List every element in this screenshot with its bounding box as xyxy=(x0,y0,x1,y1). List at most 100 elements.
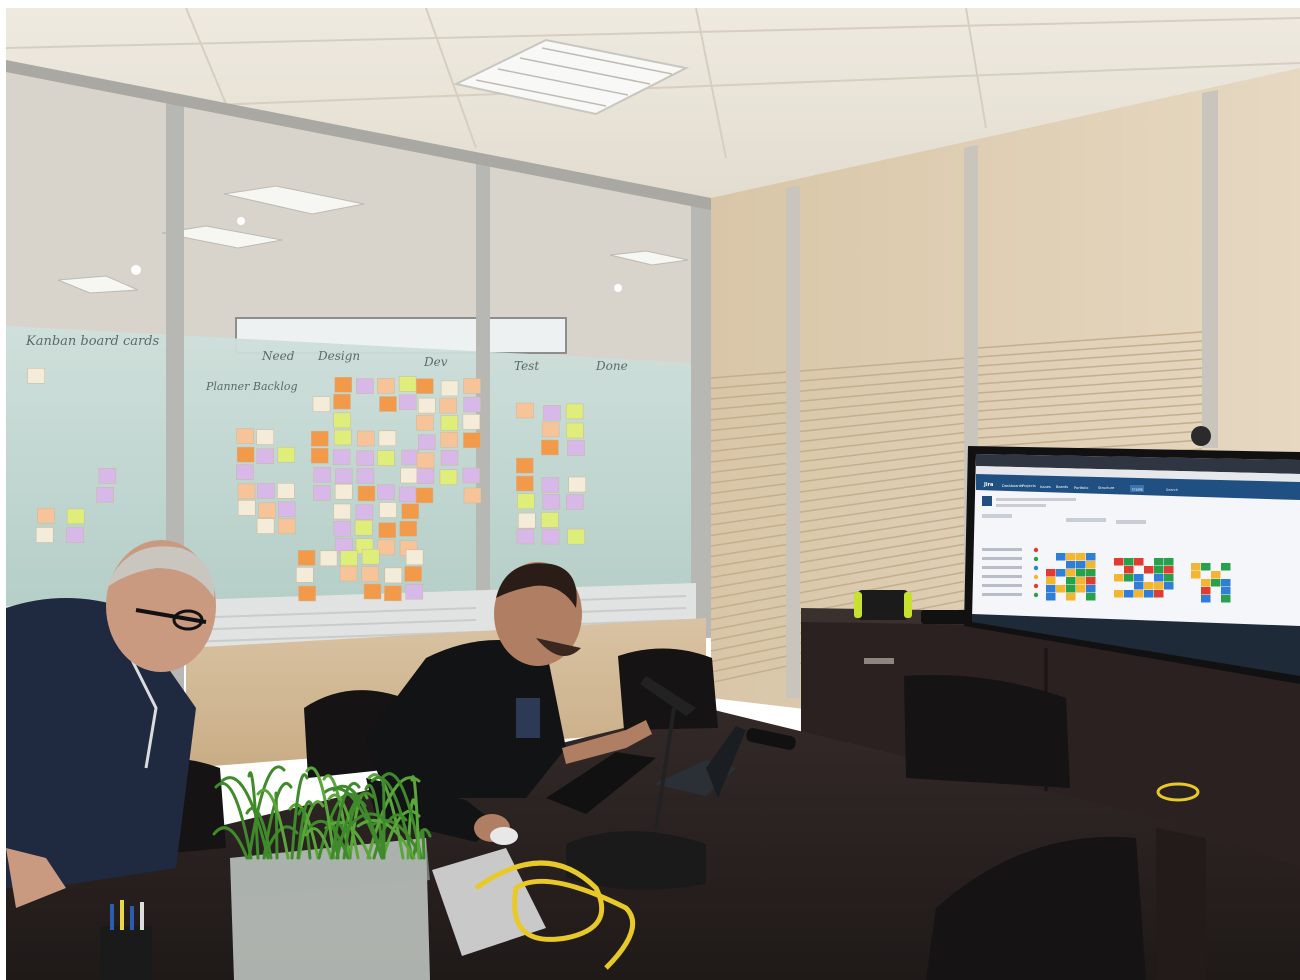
tv-grid-cell xyxy=(1114,574,1124,582)
sticky-note xyxy=(27,368,45,384)
tv-grid-cell xyxy=(1164,582,1174,590)
game-console xyxy=(858,590,908,620)
sticky-note xyxy=(439,397,457,414)
sticky-note xyxy=(310,447,329,464)
board-header-test: Test xyxy=(514,359,539,373)
tv-grid-cell xyxy=(1124,590,1134,598)
tv-grid-cell xyxy=(1124,574,1134,582)
tv-grid-cell xyxy=(1086,585,1096,593)
tv-grid-cell xyxy=(1066,593,1076,601)
sticky-note xyxy=(440,415,459,431)
tv-grid-cell xyxy=(1066,553,1076,561)
sticky-note xyxy=(256,448,274,464)
sticky-note xyxy=(333,412,351,429)
tv-grid-cell xyxy=(1144,566,1154,574)
sticky-note xyxy=(333,393,351,410)
tv-grid-cell xyxy=(1201,579,1211,587)
tv-grid-cell xyxy=(1076,569,1086,577)
tv-grid-cell xyxy=(1086,569,1096,577)
sticky-note xyxy=(356,430,375,447)
sticky-note xyxy=(404,566,422,582)
sticky-note xyxy=(378,430,397,447)
sticky-note xyxy=(398,376,417,392)
sticky-note xyxy=(418,434,436,451)
sticky-note xyxy=(319,550,338,567)
tv-grid-cell xyxy=(1191,563,1201,571)
board-title-scrawl: Kanban board cards xyxy=(25,334,160,349)
sticky-note xyxy=(333,429,352,446)
jira-logo-text: Jira xyxy=(983,482,993,488)
jira-nav-portfolio: Portfolio xyxy=(1074,486,1088,490)
sticky-note xyxy=(463,432,481,448)
tv-grid-cell xyxy=(1046,585,1056,593)
webcam xyxy=(1191,426,1211,446)
tv-grid-cell xyxy=(1056,553,1066,561)
sticky-note xyxy=(37,507,55,524)
tv-grid-cell xyxy=(1076,585,1086,593)
sticky-note xyxy=(361,566,379,582)
sticky-note xyxy=(542,494,561,510)
sticky-note xyxy=(440,380,459,397)
sticky-note xyxy=(277,446,296,463)
tv-grid-cell xyxy=(1154,574,1164,582)
tv-grid-cell xyxy=(1164,574,1174,582)
tv-grid-cell xyxy=(1211,579,1221,587)
sticky-note xyxy=(354,519,373,536)
sticky-note xyxy=(357,485,376,502)
sticky-note xyxy=(516,528,535,545)
sticky-note xyxy=(258,502,276,519)
jira-nav-issues: Issues xyxy=(1040,485,1051,489)
tv-grid-cell xyxy=(1154,582,1164,590)
sticky-note xyxy=(356,450,374,466)
tv-grid-cell xyxy=(1221,563,1231,571)
tv-grid-cell xyxy=(1056,569,1066,577)
tv-grid-cell xyxy=(1211,571,1221,579)
tv-grid-cell xyxy=(1066,561,1076,569)
sticky-note xyxy=(566,422,584,439)
sticky-note xyxy=(355,504,374,520)
sticky-note xyxy=(277,483,295,499)
sticky-note xyxy=(236,464,254,480)
jira-nav-projects: Projects xyxy=(1022,484,1036,488)
sticky-note xyxy=(516,457,534,474)
tv-grid-cell xyxy=(1164,566,1174,574)
sticky-note xyxy=(439,469,458,486)
tv-grid-cell xyxy=(1066,585,1076,593)
board-header-done: Done xyxy=(595,359,628,373)
sticky-note xyxy=(333,520,352,537)
sticky-note xyxy=(313,466,331,483)
tv-grid-cell xyxy=(1086,553,1096,561)
sticky-note xyxy=(400,467,418,484)
sticky-note xyxy=(237,500,256,516)
jira-nav-structure: Structure xyxy=(1098,486,1114,490)
sticky-note xyxy=(335,468,353,484)
sticky-note xyxy=(334,377,353,393)
sticky-note xyxy=(399,520,417,537)
sticky-note xyxy=(398,486,417,503)
sticky-note xyxy=(384,567,403,584)
sticky-note xyxy=(516,402,534,419)
sticky-note xyxy=(440,432,458,448)
tv-grid-cell xyxy=(1191,571,1201,579)
tv-grid-cell xyxy=(1201,587,1211,595)
sticky-note xyxy=(378,522,396,538)
sticky-note xyxy=(296,567,314,583)
sticky-note xyxy=(541,421,560,438)
sticky-note xyxy=(516,475,534,492)
sticky-note xyxy=(568,476,586,493)
sticky-note xyxy=(567,440,585,456)
sticky-note xyxy=(416,414,434,431)
sticky-note xyxy=(313,485,331,501)
tv-grid-cell xyxy=(1221,579,1231,587)
chair-back-right xyxy=(904,674,1070,788)
sticky-note xyxy=(405,549,424,566)
sticky-note xyxy=(257,483,275,499)
sticky-note xyxy=(541,439,559,456)
sticky-note xyxy=(462,414,481,430)
sticky-note xyxy=(416,468,435,484)
svg-text:Create: Create xyxy=(1132,488,1143,492)
sticky-note xyxy=(377,539,395,556)
sticky-note xyxy=(565,403,584,420)
sticky-note xyxy=(517,493,535,510)
tv-grid-cell xyxy=(1066,577,1076,585)
